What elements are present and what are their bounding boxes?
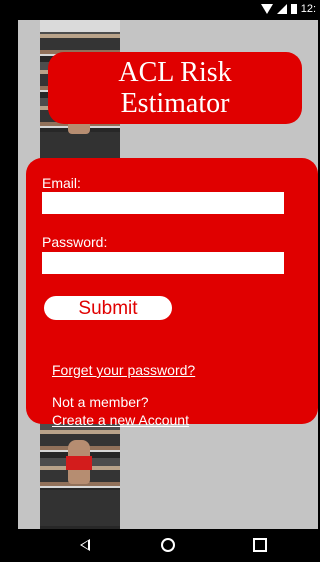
password-label: Password:	[42, 234, 108, 250]
wifi-icon	[260, 4, 273, 14]
home-icon[interactable]	[161, 538, 175, 552]
status-icons: 12:	[260, 3, 316, 15]
app-title: ACL Risk Estimator	[118, 57, 232, 119]
submit-button[interactable]: Submit	[44, 296, 172, 320]
navigation-bar	[18, 529, 318, 562]
status-time: 12:	[300, 3, 316, 15]
email-label: Email:	[42, 175, 81, 191]
login-form-card: Email: Password: Submit Forget your pass…	[26, 158, 318, 428]
not-member-text: Not a member?	[52, 394, 149, 410]
photo-floor	[40, 490, 120, 526]
recent-apps-icon[interactable]	[253, 538, 267, 552]
status-bar: 12:	[18, 0, 318, 20]
password-field[interactable]	[42, 252, 284, 274]
forgot-password-link[interactable]: Forget your password?	[52, 362, 195, 378]
battery-icon	[290, 4, 297, 14]
photo-shorts	[66, 456, 92, 470]
app-screen: ACL Risk Estimator Email: Password: Subm…	[18, 20, 318, 529]
back-icon[interactable]	[80, 539, 90, 551]
create-account-link[interactable]: Create a new Account	[52, 412, 189, 428]
signal-icon	[276, 4, 287, 14]
email-field[interactable]	[42, 192, 284, 214]
header-card: ACL Risk Estimator	[48, 52, 302, 124]
